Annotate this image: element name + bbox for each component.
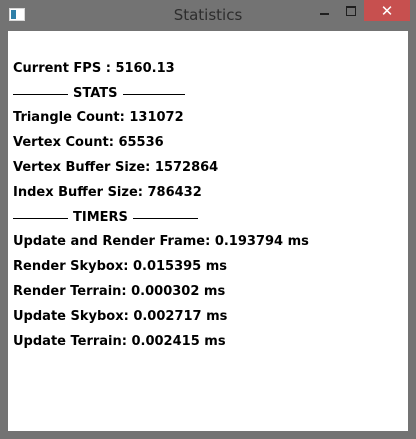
timers-separator: TIMERS xyxy=(13,209,198,227)
separator-rule xyxy=(13,217,68,219)
minimize-button[interactable] xyxy=(310,0,338,21)
update-skybox-timer: Update Skybox: 0.002717 ms xyxy=(13,309,228,324)
vertex-buffer-size: Vertex Buffer Size: 1572864 xyxy=(13,160,219,175)
close-icon: ✕ xyxy=(380,1,394,20)
maximize-button[interactable] xyxy=(338,0,364,21)
separator-rule xyxy=(13,93,68,95)
render-terrain-timer: Render Terrain: 0.000302 ms xyxy=(13,284,226,299)
minimize-icon xyxy=(319,12,329,15)
triangle-count: Triangle Count: 131072 xyxy=(13,110,184,125)
timers-header: TIMERS xyxy=(73,210,128,225)
separator-rule xyxy=(122,93,185,95)
separator-rule xyxy=(132,217,198,219)
maximize-icon xyxy=(346,5,356,16)
statistics-window: Statistics ✕ Current FPS : 5160.13 STATS… xyxy=(0,0,416,439)
update-render-frame-timer: Update and Render Frame: 0.193794 ms xyxy=(13,234,309,249)
stats-separator: STATS xyxy=(13,85,185,103)
fps-readout: Current FPS : 5160.13 xyxy=(13,61,175,76)
render-skybox-timer: Render Skybox: 0.015395 ms xyxy=(13,259,228,274)
stats-panel: Current FPS : 5160.13 STATS Triangle Cou… xyxy=(8,31,408,431)
vertex-count: Vertex Count: 65536 xyxy=(13,135,164,150)
title-bar[interactable]: Statistics ✕ xyxy=(0,0,416,31)
stats-header: STATS xyxy=(73,86,118,101)
index-buffer-size: Index Buffer Size: 786432 xyxy=(13,185,202,200)
close-button[interactable]: ✕ xyxy=(364,0,410,21)
update-terrain-timer: Update Terrain: 0.002415 ms xyxy=(13,334,226,349)
